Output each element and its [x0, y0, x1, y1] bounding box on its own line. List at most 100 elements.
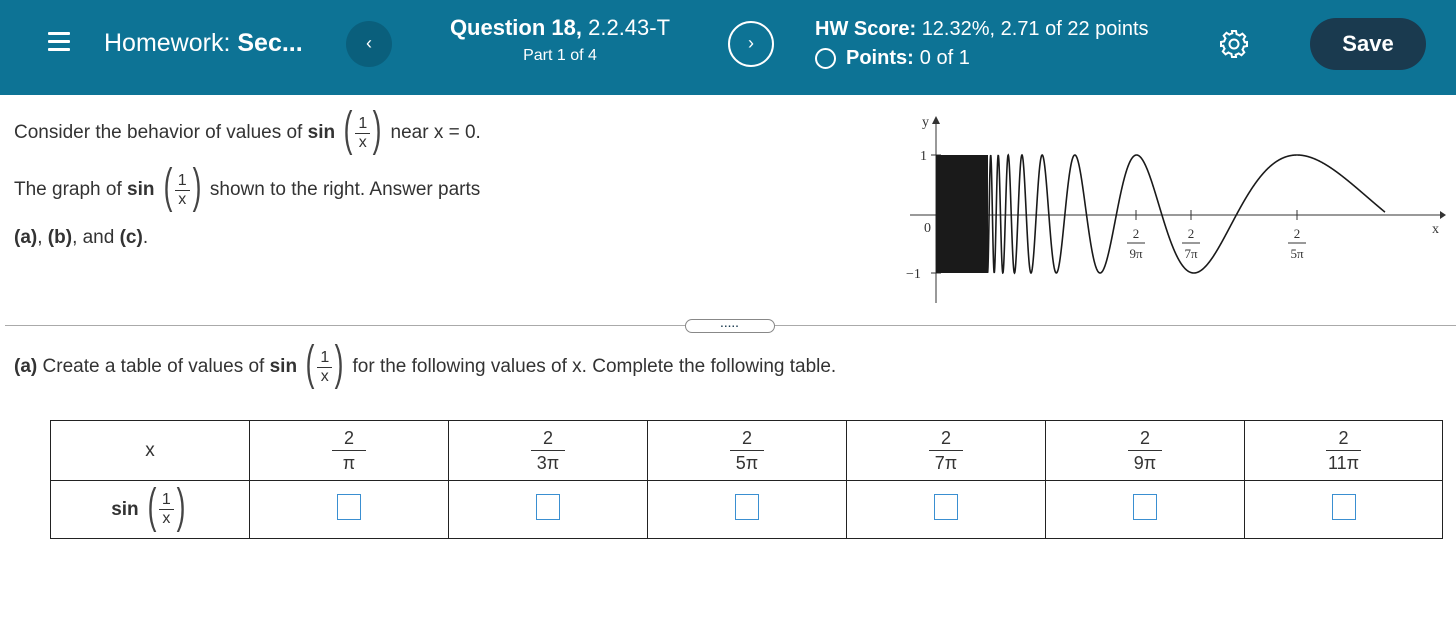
period: .: [142, 227, 149, 248]
y-tick-0: 0: [924, 221, 931, 236]
part-a-ref: (a): [14, 227, 38, 248]
homework-title[interactable]: Homework: Sec...: [104, 29, 303, 58]
hamburger-menu-icon[interactable]: [48, 32, 70, 52]
x-den: 5π: [735, 453, 759, 473]
points-label: Points:: [846, 47, 914, 69]
x-num: 2: [1326, 427, 1361, 451]
homework-name: Sec...: [237, 29, 303, 57]
divider-handle[interactable]: .....: [685, 319, 775, 333]
sin-label: sin: [127, 179, 155, 201]
y-axis-arrow: [932, 116, 940, 124]
answer-cell: [1045, 480, 1245, 539]
x-tick-2-5pi: 2 5π: [1288, 210, 1306, 261]
consider-suffix: near x = 0.: [390, 122, 481, 144]
x-tick-2-7pi: 2 7π: [1182, 210, 1200, 261]
frac-num: 1: [355, 115, 371, 134]
question-code: 2.2.43-T: [588, 15, 671, 40]
part-a-label: (a): [14, 356, 38, 378]
x-value-cell: 2 5π: [647, 420, 847, 481]
x-den: π: [342, 453, 356, 473]
points-value: 0 of 1: [919, 47, 970, 69]
answer-input[interactable]: [1331, 493, 1356, 520]
part-a-prefix: Create a table of values of: [42, 356, 265, 378]
consider-text: Consider the behavior of values of sin (…: [14, 106, 481, 154]
hw-score-label: HW Score:: [815, 18, 917, 40]
x-den: 7π: [934, 453, 958, 473]
x-tick-den: 7π: [1184, 246, 1198, 261]
part-b-ref: (b): [47, 227, 73, 248]
x-den: 9π: [1133, 453, 1157, 473]
hw-score-value: 12.32%, 2.71 of 22 points: [921, 18, 1149, 40]
sin-label: sin: [307, 122, 336, 144]
x-tick-num: 2: [1294, 226, 1301, 241]
sin-label: sin: [111, 498, 139, 520]
x-axis-arrow: [1440, 211, 1446, 219]
y-tick-neg1: −1: [906, 267, 921, 282]
previous-question-button[interactable]: ‹: [346, 21, 392, 67]
points: Points: 0 of 1: [815, 47, 970, 70]
sin-row: sin ( 1x ): [50, 479, 1443, 539]
frac-den: x: [178, 190, 187, 208]
frac-den: x: [358, 133, 367, 151]
x-tick-num: 2: [1133, 226, 1140, 241]
sin-curve: [935, 153, 1386, 275]
hw-score: HW Score: 12.32%, 2.71 of 22 points: [815, 18, 1149, 41]
answer-input[interactable]: [934, 493, 958, 520]
y-axis-label: y: [922, 115, 929, 130]
one-over-x-fraction: ( 1x ): [163, 160, 202, 213]
answer-input[interactable]: [337, 493, 361, 520]
answer-cell: [448, 480, 648, 539]
consider-prefix: Consider the behavior of values of: [14, 122, 303, 144]
part-c-ref: (c): [119, 227, 143, 248]
answer-input[interactable]: [536, 493, 560, 520]
answer-input[interactable]: [735, 493, 759, 520]
gear-icon[interactable]: [1219, 29, 1249, 59]
x-den: 11π: [1327, 453, 1360, 473]
answer-input[interactable]: [1133, 493, 1157, 520]
x-row: x 2π 2 3π 2 5π 2 7π 2 9π 2 11π: [50, 420, 1443, 481]
homework-label: Homework:: [104, 29, 231, 57]
x-value-cell: 2π: [249, 420, 449, 481]
question-info: Question 18, 2.2.43-T Part 1 of 4: [410, 15, 710, 65]
circle-status-icon: [815, 48, 836, 69]
x-tick-num: 2: [1188, 226, 1195, 241]
one-over-x-fraction: ( 1x ): [305, 337, 344, 390]
question-number: Question 18,: [449, 15, 582, 40]
part-a-suffix: for the following values of x. Complete …: [352, 356, 837, 378]
x-axis-label: x: [1432, 222, 1439, 237]
x-tick-2-9pi: 2 9π: [1127, 210, 1145, 261]
x-num: 2: [1127, 427, 1162, 451]
question-part: Part 1 of 4: [523, 47, 597, 64]
x-den: 3π: [536, 453, 560, 473]
frac-den: x: [162, 510, 171, 527]
x-value-cell: 2 9π: [1045, 420, 1245, 481]
x-value-cell: 2 3π: [448, 420, 648, 481]
separator: , and: [72, 227, 115, 248]
separator: ,: [37, 227, 43, 248]
x-num: 2: [729, 427, 764, 451]
x-tick-den: 9π: [1129, 246, 1143, 261]
graph-prefix: The graph of: [14, 179, 122, 201]
sin-label: sin: [269, 356, 298, 378]
x-value-cell: 2 7π: [846, 420, 1046, 481]
x-value-cell: 2 11π: [1244, 420, 1443, 481]
parts-text: (a), (b), and (c).: [14, 227, 148, 249]
values-table: x 2π 2 3π 2 5π 2 7π 2 9π 2 11π sin ( 1x ): [50, 420, 1443, 539]
frac-num: 1: [158, 491, 174, 510]
frac-den: x: [320, 367, 329, 385]
answer-cell: [249, 480, 449, 539]
answer-cell: [846, 480, 1046, 539]
x-num: 2: [331, 427, 366, 451]
graph-text: The graph of sin ( 1x ) shown to the rig…: [14, 160, 481, 213]
save-button[interactable]: Save: [1310, 18, 1426, 70]
frac-num: 1: [174, 172, 190, 191]
x-num: 2: [928, 427, 963, 451]
graph-suffix: shown to the right. Answer parts: [209, 179, 481, 201]
dense-oscillation-region: [936, 155, 988, 273]
next-question-button[interactable]: ›: [728, 21, 774, 67]
x-num: 2: [530, 427, 565, 451]
one-over-x-fraction: ( 1x ): [147, 479, 186, 533]
part-a-prompt: (a) Create a table of values of sin ( 1x…: [14, 337, 837, 390]
sin-one-over-x-graph: y x 1 0 −1 2 9π 2 7π 2 5π: [906, 115, 1446, 303]
top-bar: Homework: Sec... ‹ Question 18, 2.2.43-T…: [0, 0, 1456, 95]
